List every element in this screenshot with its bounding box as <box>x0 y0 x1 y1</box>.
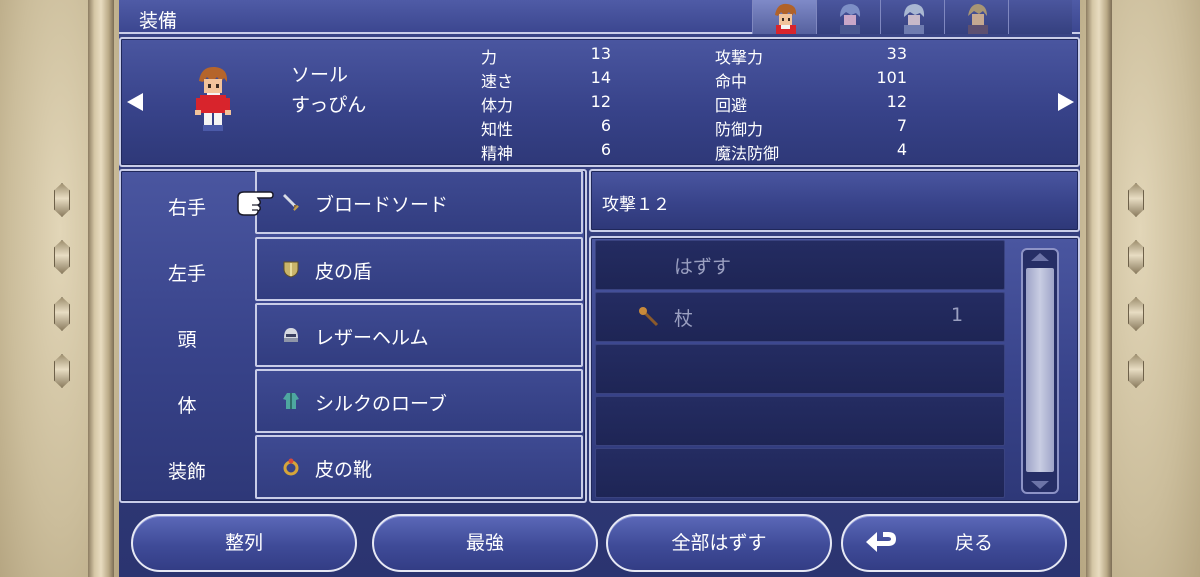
optimal-button[interactable]: 最強 <box>372 514 598 572</box>
equip-item-head: レザーヘルム <box>315 327 429 349</box>
equip-slot-right-hand[interactable]: ブロードソード <box>255 170 583 234</box>
item-description-text: 攻撃１２ <box>602 195 670 215</box>
sort-button-label: 整列 <box>224 532 263 554</box>
stat-label-spirit: 精神 <box>481 144 514 163</box>
remove-option-label: はずす <box>674 256 732 278</box>
party-tab-2[interactable] <box>816 0 880 34</box>
stat-value-speed: 14 <box>590 68 611 87</box>
hero-portrait-icon <box>775 3 797 34</box>
equip-item-body: シルクのローブ <box>315 393 447 415</box>
list-item[interactable]: 杖 1 <box>595 292 1005 342</box>
list-item-empty <box>595 448 1005 498</box>
sword-icon <box>283 194 299 211</box>
party-member-4-portrait-icon <box>968 4 988 34</box>
scroll-up-arrow-icon[interactable] <box>1031 253 1049 261</box>
stat-label-intellect: 知性 <box>481 120 514 139</box>
right-pillar <box>1086 0 1112 577</box>
scrollbar-thumb[interactable] <box>1026 268 1054 472</box>
party-tab-4[interactable] <box>944 0 1008 34</box>
remove-all-button[interactable]: 全部はずす <box>606 514 832 572</box>
slot-label-right-hand: 右手 <box>167 197 206 219</box>
remove-all-button-label: 全部はずす <box>671 532 767 554</box>
character-job: すっぴん <box>291 94 367 116</box>
optimal-button-label: 最強 <box>465 532 504 554</box>
party-tab-3[interactable] <box>880 0 944 34</box>
page-title: 装備 <box>139 10 178 32</box>
equip-slot-accessory[interactable]: 皮の靴 <box>255 435 583 499</box>
list-item-empty <box>595 396 1005 446</box>
back-button[interactable]: 戻る <box>841 514 1067 572</box>
equip-slot-body[interactable]: シルクのローブ <box>255 369 583 433</box>
stat-value-magic-defense: 4 <box>896 140 907 159</box>
left-pillar <box>88 0 114 577</box>
party-member-3-portrait-icon <box>904 4 925 34</box>
character-name: ソール <box>291 64 349 86</box>
stat-label-speed: 速さ <box>481 72 514 91</box>
party-tab-1[interactable] <box>752 0 816 34</box>
stat-label-magic-defense: 魔法防御 <box>715 144 780 163</box>
character-status-panel: ソール すっぴん 力 13 速さ 14 体力 12 知性 6 精神 6 攻撃力 … <box>119 37 1080 167</box>
next-character-arrow-icon[interactable] <box>1058 93 1074 111</box>
slot-label-body: 体 <box>177 395 197 417</box>
stat-value-attack: 33 <box>886 44 907 63</box>
shield-icon <box>283 261 299 278</box>
staff-icon <box>639 307 659 327</box>
pointer-hand-icon <box>237 191 274 216</box>
scroll-down-arrow-icon[interactable] <box>1031 481 1049 489</box>
list-item-remove[interactable]: はずす <box>595 240 1005 290</box>
helmet-icon <box>284 328 298 342</box>
stat-label-defense: 防御力 <box>715 120 764 139</box>
robe-icon <box>283 393 299 409</box>
stat-value-intellect: 6 <box>600 116 611 135</box>
list-item-empty <box>595 344 1005 394</box>
equip-item-right-hand: ブロードソード <box>315 194 449 216</box>
equip-item-accessory: 皮の靴 <box>315 459 373 481</box>
stat-value-spirit: 6 <box>600 140 611 159</box>
stat-label-attack: 攻撃力 <box>715 48 764 67</box>
party-member-2-portrait-icon <box>840 4 861 34</box>
stat-value-defense: 7 <box>896 116 907 135</box>
stat-value-accuracy: 101 <box>876 68 907 87</box>
hero-sprite-icon <box>195 66 231 131</box>
stat-value-strength: 13 <box>590 44 611 63</box>
stat-label-strength: 力 <box>481 48 498 67</box>
equip-slot-head[interactable]: レザーヘルム <box>255 303 583 367</box>
stat-label-stamina: 体力 <box>481 96 514 115</box>
slot-label-head: 頭 <box>177 329 197 351</box>
equip-slot-left-hand[interactable]: 皮の盾 <box>255 237 583 301</box>
equip-item-left-hand: 皮の盾 <box>315 261 373 283</box>
stat-label-accuracy: 命中 <box>715 72 748 91</box>
slot-label-left-hand: 左手 <box>167 263 206 285</box>
stat-value-stamina: 12 <box>590 92 611 111</box>
list-item-count: 1 <box>951 304 964 326</box>
return-arrow-icon <box>866 532 896 552</box>
party-tab-empty <box>1008 0 1072 34</box>
item-description-panel: 攻撃１２ <box>589 169 1080 232</box>
sort-button[interactable]: 整列 <box>131 514 357 572</box>
list-item-name: 杖 <box>674 308 694 330</box>
stat-value-evasion: 12 <box>886 92 907 111</box>
title-bar: 装備 <box>119 0 1080 34</box>
back-button-label: 戻る <box>954 532 993 554</box>
stat-label-evasion: 回避 <box>715 96 748 115</box>
previous-character-arrow-icon[interactable] <box>127 93 143 111</box>
item-list-panel: はずす 杖 1 <box>589 236 1080 503</box>
slot-label-accessory: 装飾 <box>167 461 206 483</box>
ring-icon <box>283 458 299 476</box>
item-list-scrollbar[interactable] <box>1021 248 1059 494</box>
